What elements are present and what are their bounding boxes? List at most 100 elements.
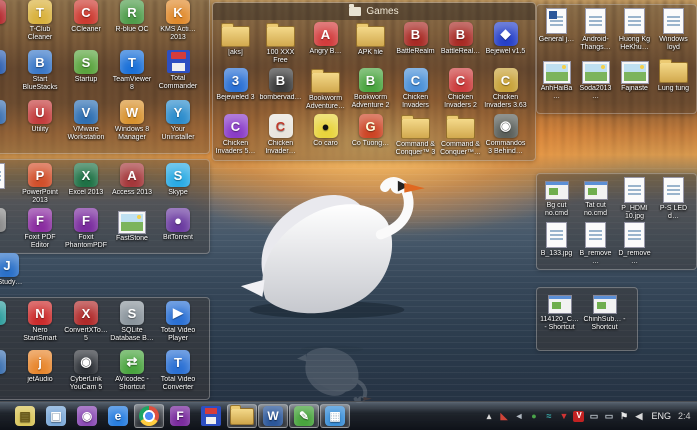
taskbar-button-foxit-phantompdf[interactable]: F: [165, 404, 195, 428]
taskbar-button-chrome[interactable]: [134, 404, 164, 428]
desktop-icon-114120-c-shortcut[interactable]: 114120_C… - Shortcut: [537, 291, 582, 347]
tray-idm-icon[interactable]: V: [573, 410, 585, 422]
desktop-icon-soda2013[interactable]: Soda2013…: [576, 58, 615, 108]
desktop-icon-cyberlink-youcam-5[interactable]: ◉ CyberLink YouCam 5: [63, 350, 109, 399]
desktop-icon-startup[interactable]: S Startup: [63, 50, 109, 100]
desktop-icon-start-bluestacks[interactable]: B Start BlueStacks: [17, 50, 63, 100]
desktop-icon-chicken-invaders-2[interactable]: C Chicken Invaders 2: [438, 68, 483, 114]
tray-network-icon[interactable]: ≈: [543, 411, 554, 422]
desktop-icon-fajnaste[interactable]: Fajnaste: [615, 58, 654, 108]
desktop-icon-nero-startsmart[interactable]: N Nero StartSmart: [17, 301, 63, 350]
desktop-icon-r-blue-oc[interactable]: R R-blue OC: [109, 0, 155, 50]
desktop-icon-bombervad[interactable]: Bbombervad…: [258, 68, 303, 114]
desktop-icon-utility[interactable]: U Utility: [17, 100, 63, 150]
desktop-icon-p-hdmi-10-jpg[interactable]: P_HDMI 10.jpg: [615, 177, 654, 222]
taskbar-button-windows-explorer[interactable]: [227, 404, 257, 428]
games-group-header[interactable]: Games: [213, 3, 535, 20]
desktop-icon-battlerealm[interactable]: B BattleRealm: [393, 22, 438, 68]
desktop-icon-vmware-workstation[interactable]: V VMware Workstation: [63, 100, 109, 150]
desktop-icon-item[interactable]: …: [0, 163, 17, 208]
desktop-icon-tat-cut-no-cmd[interactable]: Tat cut no.cmd: [576, 177, 615, 222]
desktop-icon-convertxto-5[interactable]: X ConvertXTo… 5: [63, 301, 109, 350]
taskbar-button-internet-explorer[interactable]: e: [103, 404, 133, 428]
desktop-icon-chicken-invaders[interactable]: C Chicken Invaders: [393, 68, 438, 114]
desktop-icon-chinhsub-shortcut[interactable]: ChinhSub… - Shortcut: [582, 291, 627, 347]
desktop-icon-foxit-pdf-editor[interactable]: F Foxit PDF Editor: [17, 208, 63, 253]
desktop-icon-battlereal[interactable]: B BattleReal…: [438, 22, 483, 68]
desktop-icon-item[interactable]: …: [0, 0, 17, 50]
desktop-icon-access-2013[interactable]: A Access 2013: [109, 163, 155, 208]
desktop-icon-d-remove[interactable]: D_remove…: [615, 222, 654, 267]
desktop-icon-android-thangs[interactable]: Android-Thangs…: [576, 8, 615, 58]
desktop-icon-general-j[interactable]: General j…: [537, 8, 576, 58]
desktop-icon-item[interactable]: …: [0, 208, 17, 253]
taskbar-button-word[interactable]: W: [258, 404, 288, 428]
desktop-icon-bejewel-v1-5[interactable]: ◆ Bejewel v1.5: [483, 22, 528, 68]
tray-antivirus-icon[interactable]: ●: [528, 411, 539, 422]
desktop-icon-chicken-invaders-3-63[interactable]: C Chicken Invaders 3.63: [483, 68, 528, 114]
desktop-icon-100-xxx-free[interactable]: 100 XXX Free: [258, 22, 303, 68]
desktop-icon-foxit-phantompdf[interactable]: F Foxit PhantomPDF: [63, 208, 109, 253]
desktop-icon-bookworm-adventure[interactable]: Bookworm Adventure…: [303, 68, 348, 114]
desktop-icon-skype[interactable]: S Skype: [155, 163, 201, 208]
tray-display-2-icon[interactable]: ▭: [603, 411, 614, 422]
taskbar-button-media-player[interactable]: ◉: [72, 404, 102, 428]
desktop-icon-teamviewer-8[interactable]: T TeamViewer 8: [109, 50, 155, 100]
desktop-icon-co-tuong[interactable]: G Co Tuong…: [348, 114, 393, 160]
desktop-icon-bg-cut-no-cmd[interactable]: Bg cut no.cmd: [537, 177, 576, 222]
desktop-icon-total-commander[interactable]: Total Commander: [155, 50, 201, 100]
desktop-icon-item[interactable]: …: [0, 50, 17, 100]
desktop-icon-excel-2013[interactable]: X Excel 2013: [63, 163, 109, 208]
app-icon: C: [403, 68, 428, 92]
desktop-icon-windows-8-manager[interactable]: W Windows 8 Manager: [109, 100, 155, 150]
desktop-icon-item[interactable]: …: [0, 301, 17, 350]
taskbar-button-devices[interactable]: ▣: [41, 404, 71, 428]
desktop-icon-anhhaiba[interactable]: AnhHaiBa…: [537, 58, 576, 108]
language-indicator[interactable]: ENG: [651, 411, 671, 421]
desktop-icon-t-club-cleaner[interactable]: T T-Club Cleaner: [17, 0, 63, 50]
desktop-icon-your-uninstaller[interactable]: Y Your Uninstaller: [155, 100, 201, 150]
desktop-icon-commandos-3-behind[interactable]: ◉ Commandos 3 Behind…: [483, 114, 528, 160]
desktop-icon-angry-b[interactable]: A Angry B…: [303, 22, 348, 68]
desktop-icon-faststone[interactable]: FastStone: [109, 208, 155, 253]
desktop-icon-command-conquer-3[interactable]: Command & Conquer™ 3: [393, 114, 438, 160]
desktop-icon-command-conquer[interactable]: Command & Conquer™…: [438, 114, 483, 160]
desktop-icon-apk-file[interactable]: APK file: [348, 22, 393, 68]
tray-security-icon[interactable]: ▼: [558, 411, 569, 422]
desktop-icon-item[interactable]: …: [0, 350, 17, 399]
desktop-icon-item[interactable]: …: [0, 100, 17, 150]
desktop-icon-p-s-led-d[interactable]: P-S LED d…: [654, 177, 693, 222]
desktop-icon-co-caro[interactable]: ● Co caro: [303, 114, 348, 160]
desktop-icon-total-video-converter[interactable]: T Total Video Converter: [155, 350, 201, 399]
desktop-icon-sqlite-database-b[interactable]: S SQLite Database B…: [109, 301, 155, 350]
tray-volume-icon[interactable]: ◀: [633, 411, 644, 422]
taskbar-button-total-commander[interactable]: [196, 404, 226, 428]
tray-action-center-icon[interactable]: ⚑: [618, 411, 629, 422]
desktop-icon-chicken-invader[interactable]: C Chicken Invader…: [258, 114, 303, 160]
desktop-icon-total-video-player[interactable]: ▶ Total Video Player: [155, 301, 201, 350]
tray-show-hidden-icons-icon[interactable]: ▴: [483, 411, 494, 422]
desktop-icon-powerpoint-2013[interactable]: P PowerPoint 2013: [17, 163, 63, 208]
taskbar-button-sticky-notes[interactable]: ▤: [10, 404, 40, 428]
desktop-icon-b-remove[interactable]: B_remove…: [576, 222, 615, 267]
taskbar-button-image-editor[interactable]: ✎: [289, 404, 319, 428]
tray-display-1-icon[interactable]: ▭: [588, 411, 599, 422]
desktop-icon-chicken-invaders-5[interactable]: C Chicken Invaders 5…: [213, 114, 258, 160]
desktop-icon-kms-acti-2013[interactable]: K KMS Acti… 2013: [155, 0, 201, 50]
desktop-icon-bittorrent[interactable]: ● BitTorrent: [155, 208, 201, 253]
desktop-icon-jetaudio[interactable]: j jetAudio: [17, 350, 63, 399]
desktop-icon-ccleaner[interactable]: C CCleaner: [63, 0, 109, 50]
desktop-icon-lung-tung[interactable]: Lung tung: [654, 58, 693, 108]
desktop-icon-windows-loyd[interactable]: Windows loyd: [654, 8, 693, 58]
desktop-icon-bejeweled-3[interactable]: 3 Bejeweled 3: [213, 68, 258, 114]
taskbar-button-photo-viewer[interactable]: ▦: [320, 404, 350, 428]
desktop-icon-j-study[interactable]: J J-Study…: [0, 253, 30, 287]
desktop-icon-bookworm-adventure-2[interactable]: B Bookworm Adventure 2: [348, 68, 393, 114]
tray-audio-manager-icon[interactable]: ◄: [513, 411, 524, 422]
desktop-icon-b-133-jpg[interactable]: B_133.jpg: [537, 222, 576, 267]
tray-graphics-icon[interactable]: ◣: [498, 411, 509, 422]
desktop-icon-avicodec-shortcut[interactable]: ⇄ AVIcodec - Shortcut: [109, 350, 155, 399]
desktop-icon-huong-kg-hekhu[interactable]: Huong Kg HeKhu…: [615, 8, 654, 58]
taskbar-clock[interactable]: 2:46: [678, 411, 691, 421]
desktop-icon-aks[interactable]: [aks]: [213, 22, 258, 68]
